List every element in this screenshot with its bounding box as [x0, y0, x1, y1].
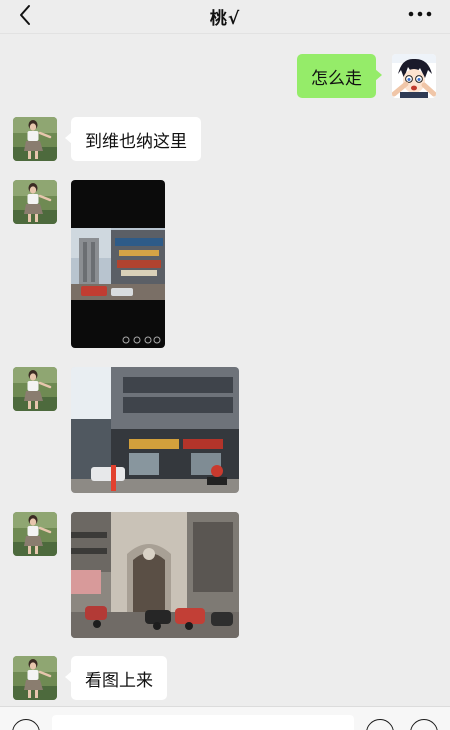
message-text: 怎么走: [311, 68, 362, 89]
video-message-thumbnail[interactable]: [71, 180, 165, 348]
emoji-icon[interactable]: [366, 719, 394, 730]
contact-avatar-image: [13, 512, 57, 556]
message-bubble-incoming[interactable]: 到维也纳这里: [65, 117, 201, 161]
contact-avatar[interactable]: [13, 180, 57, 224]
contact-avatar-image: [13, 180, 57, 224]
ellipsis-icon: [408, 11, 432, 17]
chevron-left-icon: [20, 5, 30, 25]
image-message[interactable]: [71, 367, 239, 493]
contact-avatar[interactable]: [13, 512, 57, 556]
chat-screen: 桃√ 怎么走 到维也纳这里 看图上来: [0, 0, 450, 730]
contact-avatar[interactable]: [13, 117, 57, 161]
message-input[interactable]: [52, 715, 354, 730]
my-avatar[interactable]: [392, 54, 436, 98]
arched-entrance-photo: [71, 512, 239, 638]
message-bubble-outgoing[interactable]: 怎么走: [297, 54, 382, 98]
image-message[interactable]: [71, 512, 239, 638]
street-video-image: [71, 180, 165, 348]
contact-avatar-image: [13, 367, 57, 411]
contact-avatar[interactable]: [13, 656, 57, 700]
more-options-button[interactable]: [406, 2, 434, 26]
input-bar: [0, 706, 450, 730]
message-text: 到维也纳这里: [85, 131, 187, 152]
voice-icon[interactable]: [12, 719, 40, 730]
contact-avatar-image: [13, 117, 57, 161]
street-building-photo: [71, 367, 239, 493]
message-bubble-incoming[interactable]: 看图上来: [65, 656, 167, 700]
chat-header: 桃√: [0, 0, 450, 34]
contact-avatar[interactable]: [13, 367, 57, 411]
back-button[interactable]: [14, 2, 36, 28]
message-text: 看图上来: [85, 670, 153, 691]
anime-avatar-image: [392, 54, 436, 98]
plus-icon[interactable]: [410, 719, 438, 730]
contact-avatar-image: [13, 656, 57, 700]
chat-title: 桃√: [209, 9, 241, 29]
